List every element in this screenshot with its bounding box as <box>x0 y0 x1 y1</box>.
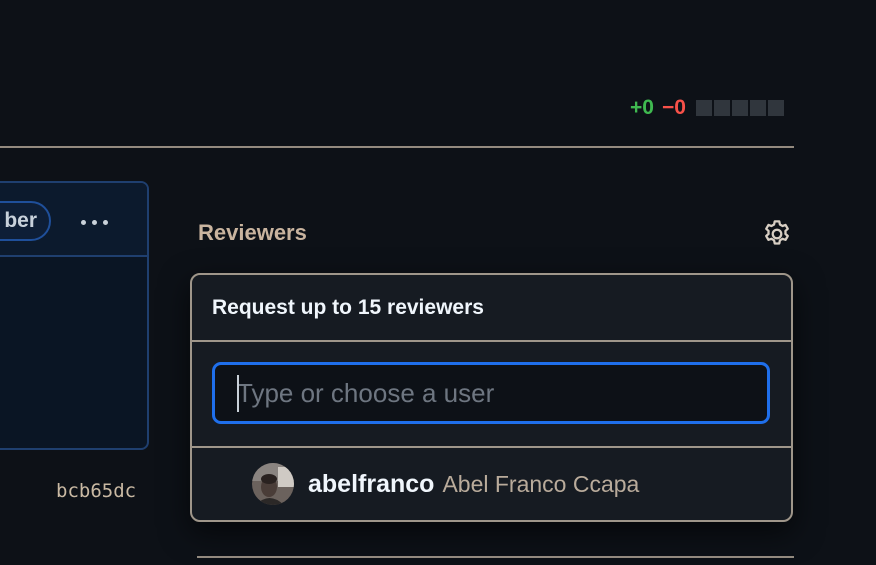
kebab-dot-icon <box>80 219 86 225</box>
diff-stats: +0 −0 <box>630 95 784 121</box>
kebab-menu-button[interactable] <box>74 211 114 233</box>
kebab-dot-icon <box>91 219 97 225</box>
gear-icon[interactable] <box>761 218 793 250</box>
reviewer-search-input[interactable] <box>212 362 770 424</box>
commit-sha-link[interactable]: bcb65dc <box>56 480 136 502</box>
commit-card: ber <box>0 181 149 450</box>
diffstat-square <box>767 100 784 116</box>
text-cursor <box>237 375 239 412</box>
divider <box>197 556 794 558</box>
commit-card-header: ber <box>0 183 147 257</box>
pull-request-sidebar-view: +0 −0 ber bcb65dc Reviewers Request up t… <box>0 0 876 565</box>
diffstat-square <box>713 100 730 116</box>
status-pill[interactable]: ber <box>0 201 51 241</box>
diffstat-bar <box>695 100 784 116</box>
reviewers-heading: Reviewers <box>198 220 307 245</box>
user-full-name: Abel Franco Ccapa <box>442 470 640 497</box>
filter-container <box>192 342 791 448</box>
diffstat-square <box>749 100 766 116</box>
popover-title: Request up to 15 reviewers <box>192 275 791 342</box>
additions-count: +0 <box>630 96 654 119</box>
user-login: abelfranco <box>308 469 435 498</box>
deletions-count: −0 <box>661 96 686 119</box>
user-avatar <box>252 463 294 505</box>
diffstat-square <box>695 100 712 116</box>
kebab-dot-icon <box>102 219 108 225</box>
suggestion-item[interactable]: abelfranco Abel Franco Ccapa <box>192 448 791 520</box>
divider <box>0 146 794 148</box>
reviewers-popover: Request up to 15 reviewers abelfranco Ab… <box>190 273 793 522</box>
diffstat-square <box>731 100 748 116</box>
